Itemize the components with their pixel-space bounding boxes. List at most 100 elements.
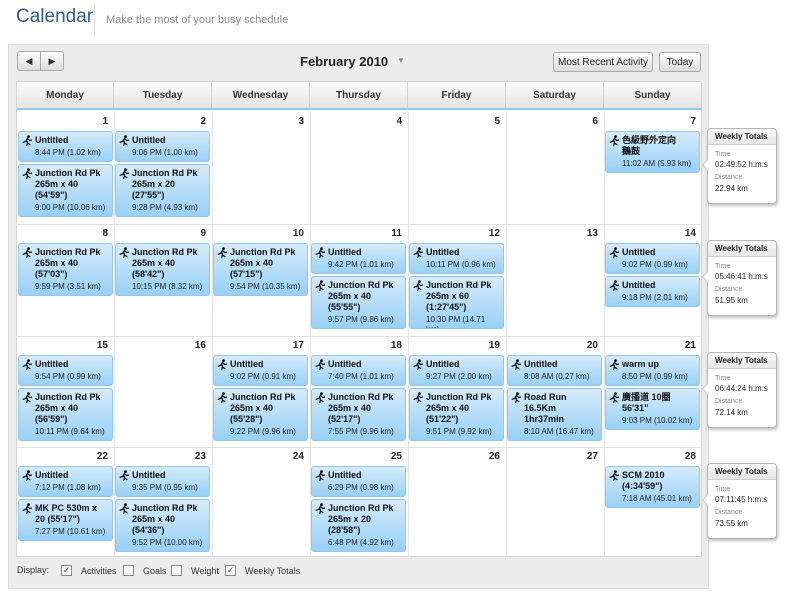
activity-card[interactable]: Untitled 10:11 PM (0.96 km) [409, 243, 504, 274]
activity-title: Junction Rd Pk 265m x 60 (1:27'45") [426, 280, 492, 312]
day-number: 18 [390, 340, 402, 351]
weekly-totals-title: Weekly Totals [708, 464, 776, 480]
activity-title: 色級野外定向 鵝鼓 [622, 135, 677, 156]
activity-card[interactable]: Untitled 9:02 PM (0.99 km) [605, 243, 700, 274]
activity-time-distance: 11:02 AM (5.93 km) [622, 159, 692, 168]
activity-card[interactable]: Junction Rd Pk 265m x 20 (28'58") 6:48 PM… [311, 499, 406, 552]
activity-time-distance: 9:42 PM (1.01 km) [328, 260, 394, 269]
activity-title: Junction Rd Pk 265m x 20 (28'58") [328, 503, 394, 535]
activity-card[interactable]: Junction Rd Pk 265m x 40 (54'36") 9:52 PM… [115, 499, 210, 552]
day-number: 20 [586, 340, 598, 351]
activity-time-distance: 9:52 PM (10.00 km) [132, 538, 203, 547]
activity-card[interactable]: Junction Rd Pk 265m x 60 (1:27'45") 10:30… [409, 276, 504, 329]
most-recent-activity-button[interactable]: Most Recent Activity [553, 52, 653, 72]
running-person-icon [119, 168, 129, 179]
activity-time-distance: 10:11 PM (9.64 km) [35, 427, 105, 436]
activity-card[interactable]: Junction Rd Pk 265m x 40 (55'55") 9:57 PM… [311, 276, 406, 329]
activity-card[interactable]: Untitled 9:02 PM (0.91 km) [213, 355, 308, 386]
weekday-header-tuesday: Tuesday [114, 82, 212, 110]
activity-card[interactable]: Junction Rd Pk 265m x 40 (56'59") 10:11 P… [18, 388, 113, 441]
activity-card[interactable]: 色級野外定向 鵝鼓 11:02 AM (5.93 km) [605, 131, 700, 173]
activity-card[interactable]: Untitled 8:44 PM (1.02 km) [18, 131, 113, 162]
display-option-weight[interactable]: Weight [171, 565, 219, 576]
weight-checkbox[interactable] [171, 565, 182, 576]
activity-title: Junction Rd Pk 265m x 40 (55'55") [328, 280, 394, 312]
activity-card[interactable]: Untitled 9:54 PM (0.99 km) [18, 355, 113, 386]
weekday-header-wednesday: Wednesday [212, 82, 310, 110]
activity-time-distance: 9:57 PM (9.86 km) [328, 315, 394, 324]
running-person-icon [217, 359, 227, 370]
callout-arrow-inner [703, 384, 708, 394]
activity-card[interactable]: Untitled 7:12 PM (1.08 km) [18, 466, 113, 497]
activity-card[interactable]: Untitled 9:35 PM (0.95 km) [115, 466, 210, 497]
activity-title: Untitled [328, 359, 362, 369]
activity-card[interactable]: Untitled 6:29 PM (0.98 km) [311, 466, 406, 497]
display-option-activities[interactable]: ✓ Activities [61, 565, 117, 576]
activity-time-distance: 9:22 PM (9.96 km) [230, 427, 296, 436]
chevron-down-icon[interactable]: ▼ [397, 56, 405, 65]
activity-title: Junction Rd Pk 265m x 40 (54'36") [132, 503, 198, 535]
header-divider [94, 4, 95, 36]
day-number: 2 [200, 116, 206, 127]
weekly-distance-label: Distance [715, 398, 743, 405]
activity-time-distance: 6:29 PM (0.98 km) [328, 483, 394, 492]
weekly-totals-panel: Weekly Totals Time 02:49:52 h:m:s Distance 2… [702, 128, 777, 204]
weekly-totals-title: Weekly Totals [708, 353, 776, 369]
activity-card[interactable]: Untitled 9:18 PM (2.01 km) [605, 276, 700, 307]
weekly-time-label: Time [715, 375, 731, 382]
activity-card[interactable]: Untitled 7:40 PM (1.01 km) [311, 355, 406, 386]
day-number: 12 [488, 228, 500, 239]
weekly-totals-panel: Weekly Totals Time 06:44:24 h:m:s Distance 7… [702, 352, 777, 428]
day-number: 8 [102, 228, 108, 239]
activity-card[interactable]: Junction Rd Pk 265m x 40 (54'59") 9:00 PM… [18, 164, 113, 217]
activity-card[interactable]: warm up 8:50 PM (0.99 km) [605, 355, 700, 386]
weekly-distance-value: 73.55 km [715, 519, 748, 528]
activity-time-distance: 10:30 PM (14.71 km) [426, 315, 486, 328]
activity-card[interactable]: Junction Rd Pk 265m x 40 (58'42") 10:15 P… [115, 243, 210, 296]
weekly-time-label: Time [715, 263, 731, 270]
activity-title: Untitled [35, 135, 69, 145]
activities-checkbox[interactable]: ✓ [61, 565, 72, 576]
display-option-weekly-totals[interactable]: ✓ Weekly Totals [225, 565, 300, 576]
activity-card[interactable]: SCM 2010 (4:34'59") 7:18 AM (45.01 km) [605, 466, 700, 508]
activities-option-label: Activities [81, 565, 117, 576]
activity-title: Junction Rd Pk 265m x 40 (54'59") [35, 168, 101, 200]
activity-card[interactable]: Junction Rd Pk 265m x 20 (27'55") 9:28 PM… [115, 164, 210, 217]
activity-card[interactable]: Junction Rd Pk 265m x 40 (57'03") 9:59 PM… [18, 243, 113, 296]
activity-time-distance: 9:18 PM (2.01 km) [622, 293, 688, 302]
activity-card[interactable]: Untitled 9:06 PM (1.00 km) [115, 131, 210, 162]
day-column-divider [408, 112, 409, 557]
triangle-left-icon: ◀ [25, 55, 33, 66]
activity-card[interactable]: Untitled 9:42 PM (1.01 km) [311, 243, 406, 274]
day-number: 19 [488, 340, 500, 351]
previous-month-button[interactable]: ◀ [17, 51, 41, 71]
activity-time-distance: 9:02 PM (0.99 km) [622, 260, 688, 269]
running-person-icon [22, 359, 32, 370]
activity-card[interactable]: 廣播道 10圈 56'31" 9:03 PM (10.02 km) [605, 388, 700, 430]
week-row-divider [16, 447, 702, 448]
goals-checkbox[interactable] [123, 565, 134, 576]
weekly-totals-checkbox[interactable]: ✓ [225, 565, 236, 576]
next-month-button[interactable]: ▶ [40, 51, 64, 71]
running-person-icon [511, 392, 521, 403]
day-number: 24 [292, 451, 304, 462]
display-label: Display: [17, 565, 49, 575]
today-button[interactable]: Today [659, 52, 701, 72]
activity-card[interactable]: Junction Rd Pk 265m x 40 (52'17") 7:55 PM… [311, 388, 406, 441]
activity-title: Untitled [328, 470, 362, 480]
activity-card[interactable]: Road Run 16.5Km 1hr37min 8:10 AM (16.47 k… [507, 388, 602, 441]
activity-time-distance: 9:02 PM (0.91 km) [230, 372, 296, 381]
activity-card[interactable]: Untitled 8:08 AM (0.27 km) [507, 355, 602, 386]
running-person-icon [22, 392, 32, 403]
display-option-goals[interactable]: Goals [123, 565, 167, 576]
activity-card[interactable]: Junction Rd Pk 265m x 40 (55'28") 9:22 PM… [213, 388, 308, 441]
activity-card[interactable]: MK PC 530m x 20 (55'17") 7:27 PM (10.61 k… [18, 499, 113, 541]
activity-card[interactable]: Untitled 9:27 PM (2.00 km) [409, 355, 504, 386]
activity-title: Untitled [132, 135, 166, 145]
day-number: 6 [592, 116, 598, 127]
page-title: Calendar [16, 6, 94, 27]
day-number: 17 [292, 340, 304, 351]
activity-title: Junction Rd Pk 265m x 40 (56'59") [35, 392, 101, 424]
activity-card[interactable]: Junction Rd Pk 265m x 40 (51'22") 9:51 PM… [409, 388, 504, 441]
activity-card[interactable]: Junction Rd Pk 265m x 40 (57'15") 9:54 PM… [213, 243, 308, 296]
